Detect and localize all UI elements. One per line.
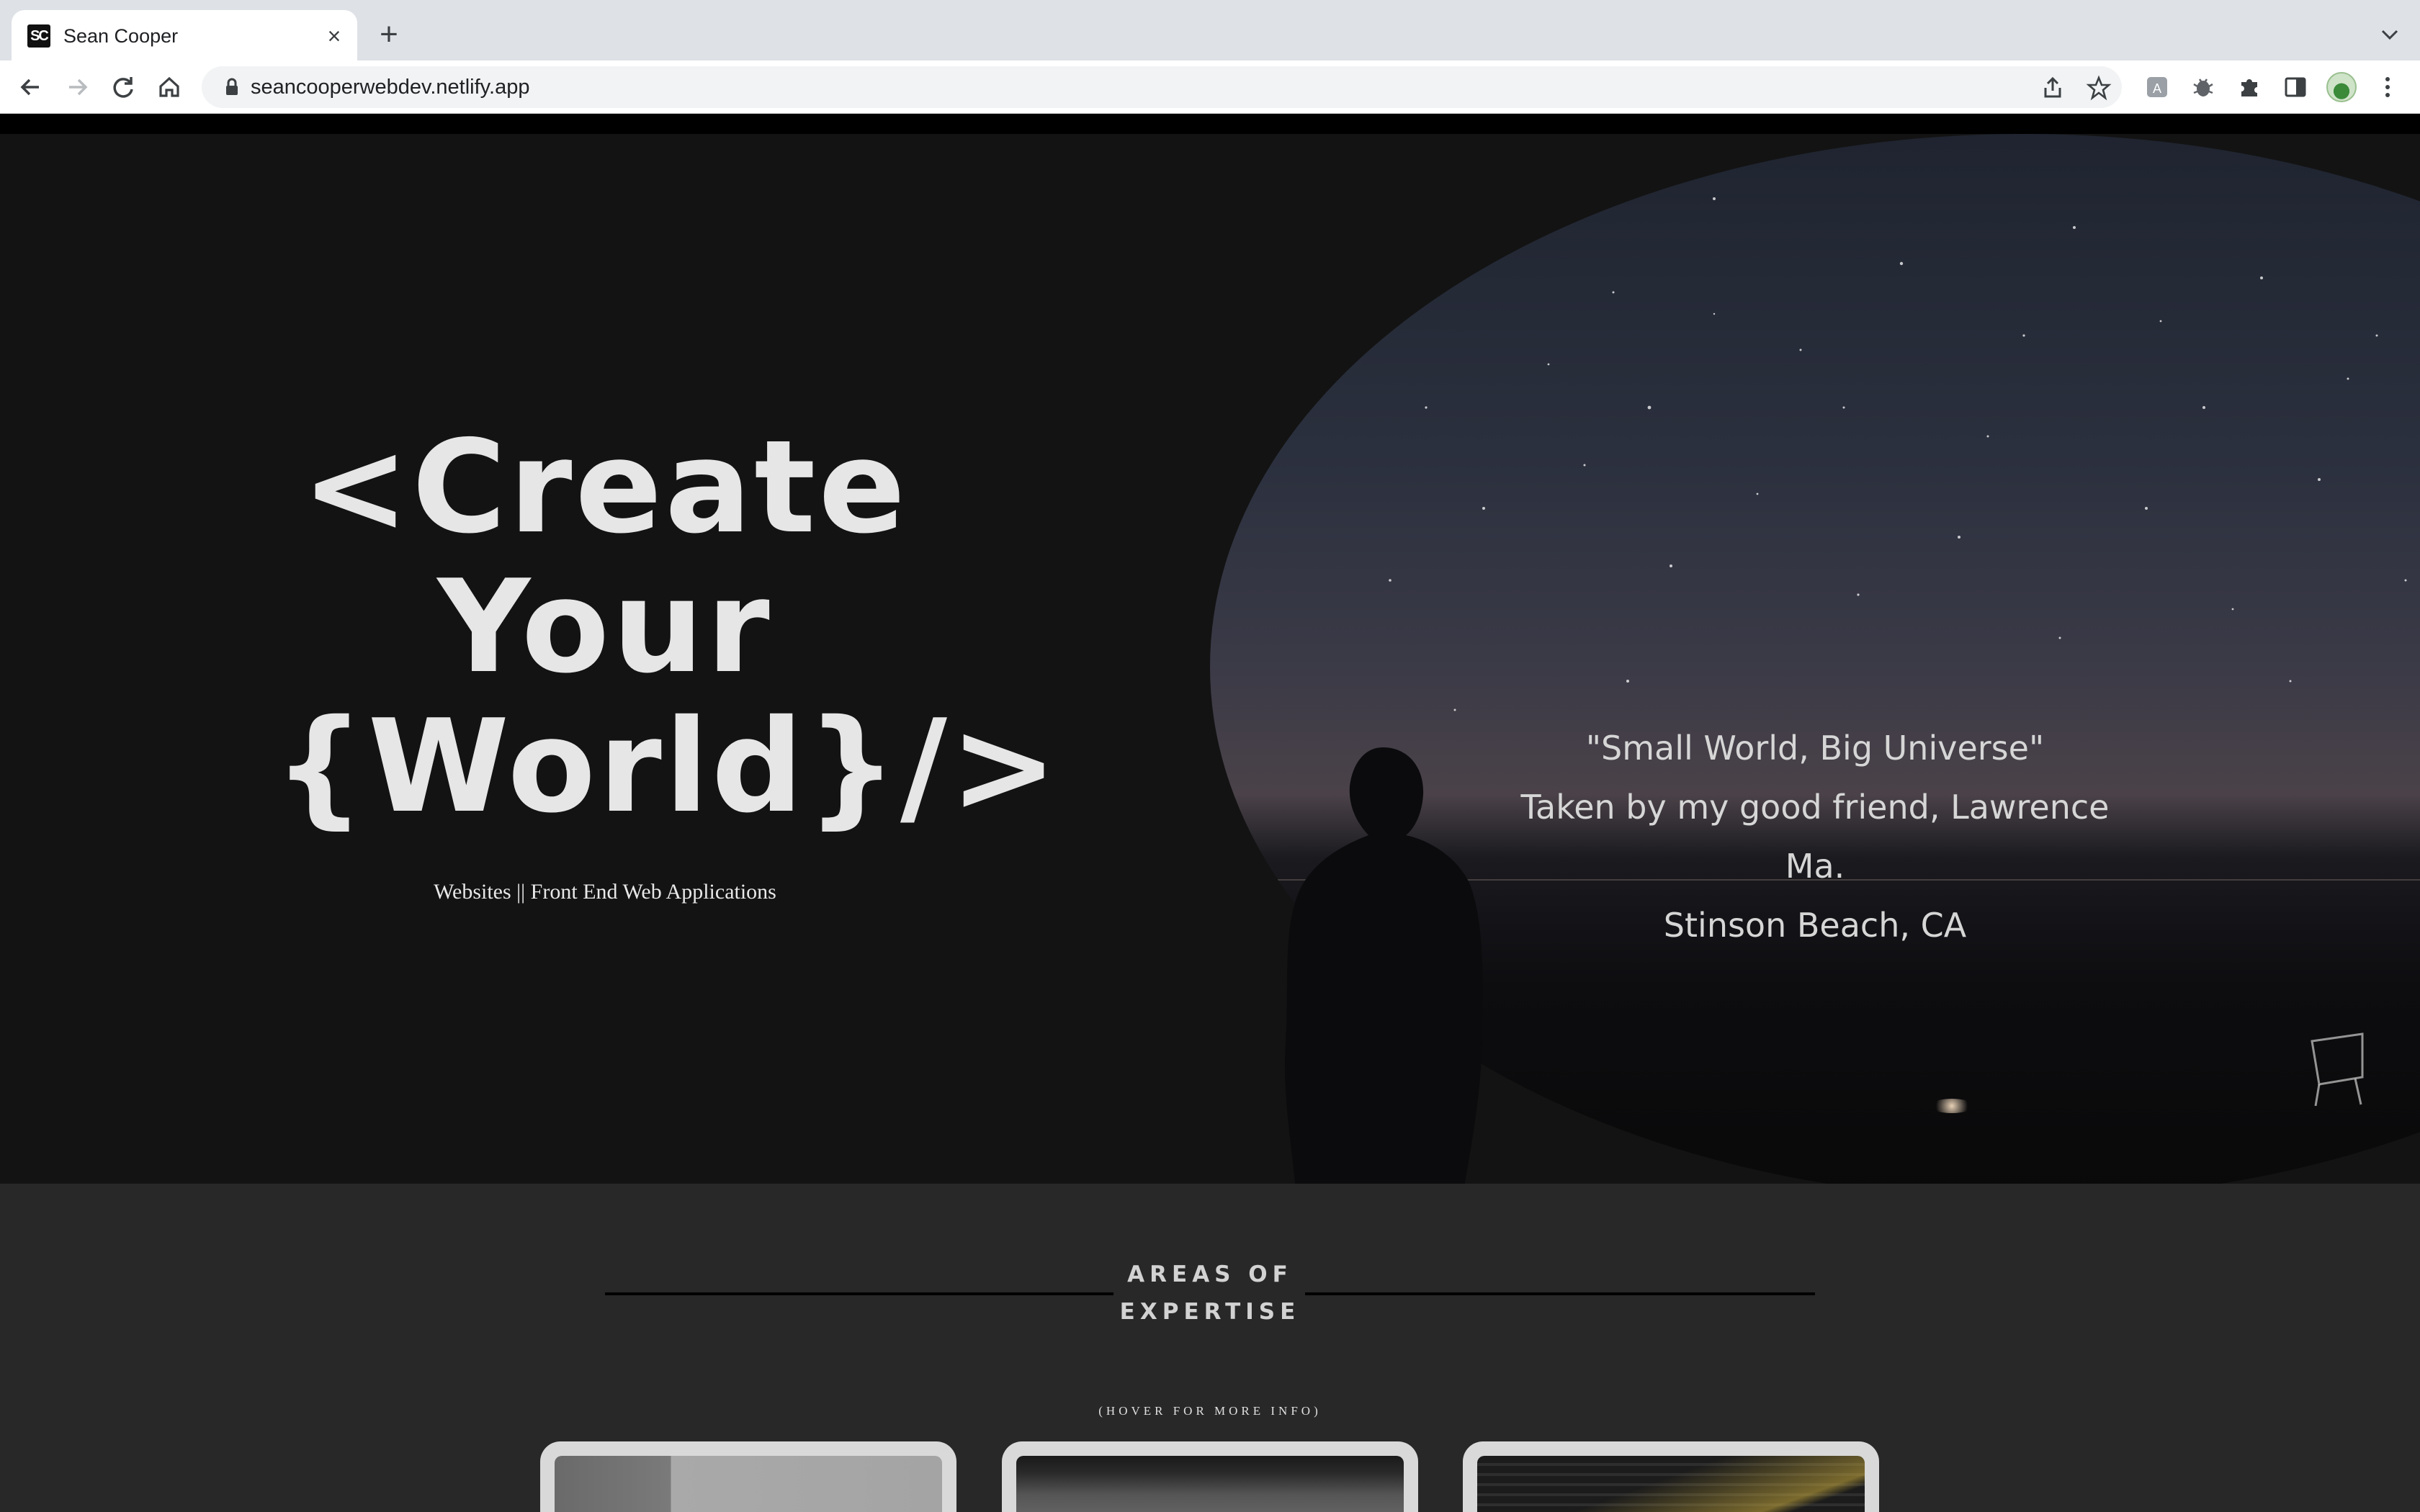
code-photo xyxy=(1477,1456,1865,1512)
address-bar[interactable]: seancooperwebdev.netlify.app xyxy=(202,66,2122,108)
puzzle-icon[interactable] xyxy=(2234,72,2264,102)
profile-avatar[interactable] xyxy=(2326,72,2357,102)
extension-icon[interactable]: A xyxy=(2142,72,2172,102)
expertise-card[interactable] xyxy=(1463,1441,1879,1512)
heading-divider-left xyxy=(605,1292,1113,1295)
forward-arrow-icon[interactable] xyxy=(60,71,94,104)
bug-icon[interactable] xyxy=(2188,72,2218,102)
laptop-photo xyxy=(555,1456,942,1512)
photo-caption: "Small World, Big Universe" Taken by my … xyxy=(1512,719,2118,955)
hero-title-line: Your xyxy=(437,552,773,701)
photo-caption-line: Stinson Beach, CA xyxy=(1663,906,1967,945)
chevron-down-icon[interactable] xyxy=(2375,20,2404,49)
browser-toolbar: seancooperwebdev.netlify.app A xyxy=(0,60,2420,114)
favicon-icon: SC xyxy=(27,24,50,48)
expertise-card[interactable] xyxy=(540,1441,956,1512)
side-panel-icon[interactable] xyxy=(2280,72,2311,102)
home-icon[interactable] xyxy=(153,71,186,104)
hero-subtitle: Websites || Front End Web Applications xyxy=(434,880,776,904)
reload-icon[interactable] xyxy=(107,71,140,104)
section-heading-line: AREAS OF xyxy=(1127,1261,1293,1287)
hero-section: <Create Your {World}/> Websites || Front… xyxy=(0,134,2420,1184)
new-tab-button[interactable]: + xyxy=(372,19,406,53)
section-heading: AREAS OF EXPERTISE xyxy=(1109,1256,1311,1331)
section-heading-line: EXPERTISE xyxy=(1119,1299,1301,1325)
tab-title: Sean Cooper xyxy=(63,25,179,47)
hero-title-line: <Create xyxy=(301,413,909,562)
share-icon[interactable] xyxy=(2040,75,2066,101)
close-tab-icon[interactable]: × xyxy=(320,22,349,50)
photo-caption-line: Taken by my good friend, Lawrence xyxy=(1520,788,2110,827)
hero-title: <Create Your {World}/> xyxy=(274,413,1061,841)
tab-strip: SC Sean Cooper × + xyxy=(0,0,2420,60)
svg-text:A: A xyxy=(2153,81,2161,96)
hero-title-line: {World}/> xyxy=(274,692,1061,841)
back-arrow-icon[interactable] xyxy=(14,71,48,104)
heading-divider-right xyxy=(1305,1292,1815,1295)
keyboard-photo xyxy=(1016,1456,1404,1512)
lock-icon[interactable] xyxy=(222,77,242,97)
photo-caption-line: Ma. xyxy=(1785,847,1845,886)
expertise-section: AREAS OF EXPERTISE (HOVER FOR MORE INFO) xyxy=(0,1184,2420,1512)
horizon-light xyxy=(1930,1099,1973,1113)
beach-chair xyxy=(2311,1032,2364,1106)
browser-tab[interactable]: SC Sean Cooper × xyxy=(12,10,357,60)
site-top-bar xyxy=(0,114,2420,134)
url-text: seancooperwebdev.netlify.app xyxy=(251,76,530,99)
expertise-card[interactable] xyxy=(1002,1441,1418,1512)
bookmark-star-icon[interactable] xyxy=(2086,75,2112,101)
hover-hint: (HOVER FOR MORE INFO) xyxy=(1098,1404,1322,1418)
kebab-menu-icon[interactable] xyxy=(2372,72,2403,102)
person-silhouette xyxy=(1284,747,1483,1184)
photo-caption-line: "Small World, Big Universe" xyxy=(1585,729,2045,768)
